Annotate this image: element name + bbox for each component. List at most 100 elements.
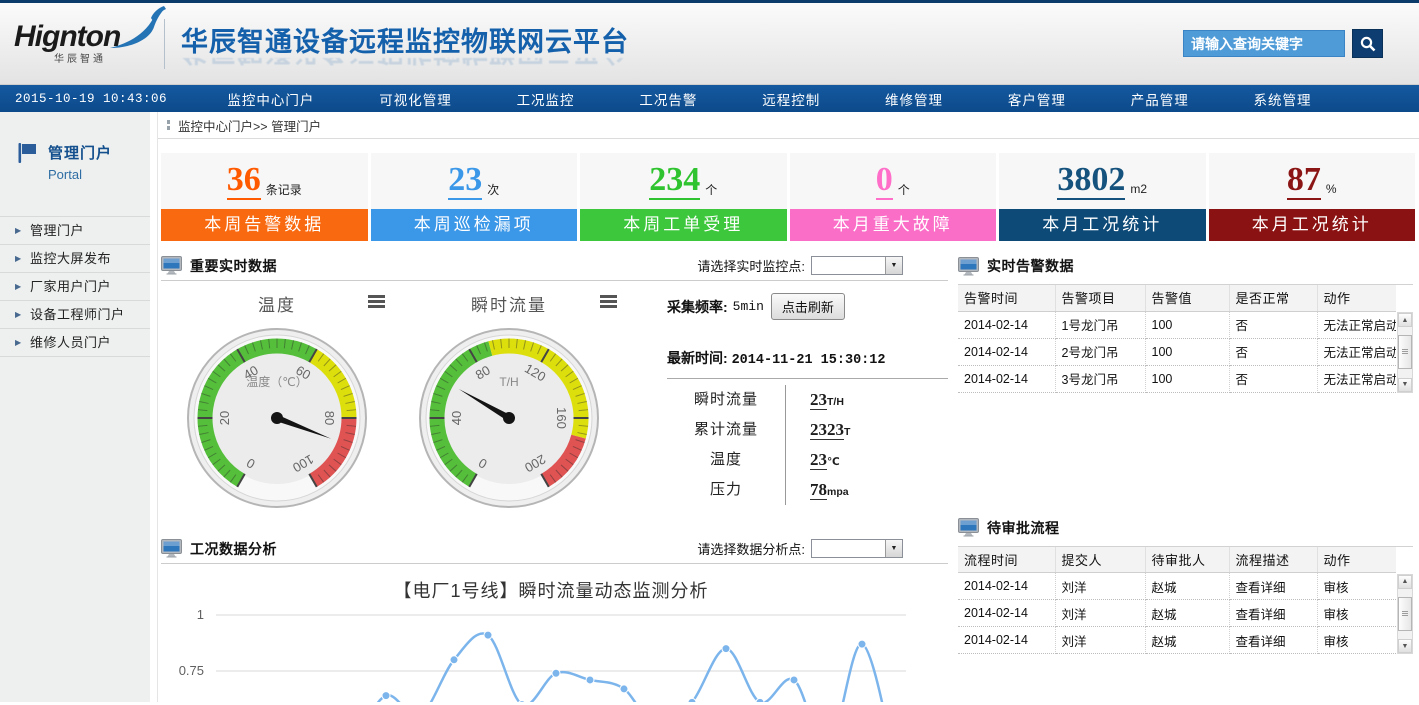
- table-cell: 100: [1145, 365, 1229, 392]
- sidebar-item-label: 监控大屏发布: [30, 251, 111, 266]
- page: Hignton 华辰智通 华辰智通设备远程监控物联网云平台 华辰智通设备远程监控…: [0, 0, 1419, 705]
- nav-item[interactable]: 客户管理: [1008, 89, 1066, 109]
- stat-cards: 36 条记录 本周告警数据 23 次 本周巡检漏项: [161, 153, 1415, 241]
- readout-value[interactable]: 23: [810, 390, 827, 410]
- hamburger-menu-icon[interactable]: [368, 295, 385, 310]
- svg-text:0.75: 0.75: [179, 663, 204, 678]
- table-cell: 1号龙门吊: [1055, 311, 1145, 338]
- stat-value[interactable]: 3802: [1057, 163, 1125, 200]
- temperature-gauge-block: 温度 020406080100温度（℃）: [161, 283, 393, 518]
- approval-table-wrap: 流程时间提交人待审批人流程描述动作 2014-02-14 刘洋 赵城 查看详: [958, 546, 1413, 655]
- readout-label: 累计流量: [667, 415, 785, 445]
- analysis-point-select[interactable]: ▼: [811, 539, 903, 558]
- stat-value[interactable]: 23: [448, 163, 482, 200]
- sidebar: 管理门户 Portal ▶ 管理门户 ▶ 监控大屏发布: [0, 112, 150, 702]
- breadcrumb[interactable]: 监控中心门户>> 管理门户: [178, 116, 321, 135]
- stat-card-top: 23 次: [371, 153, 578, 209]
- table-cell: 2号龙门吊: [1055, 338, 1145, 365]
- column-header: 流程时间: [958, 547, 1055, 573]
- stat-value[interactable]: 234: [649, 163, 700, 200]
- search-button[interactable]: [1352, 29, 1383, 58]
- sidebar-item[interactable]: ▶ 监控大屏发布: [0, 244, 150, 272]
- readout-value[interactable]: 78: [810, 480, 827, 500]
- readout-unit: T: [844, 426, 850, 438]
- logo-subtitle: 华辰智通: [54, 50, 154, 65]
- flow-gauge-block: 瞬时流量 04080120160200T/H: [393, 283, 625, 518]
- sidebar-item[interactable]: ▶ 厂家用户门户: [0, 272, 150, 300]
- stat-unit: 次: [487, 181, 499, 198]
- stat-card: 23 次 本周巡检漏项: [371, 153, 578, 241]
- readout-value[interactable]: 23: [810, 450, 827, 470]
- table-row: 2014-02-14 3号龙门吊 100 否 无法正常启动: [958, 365, 1396, 392]
- stat-label: 本月工况统计: [1209, 209, 1416, 241]
- stat-value[interactable]: 36: [227, 163, 261, 200]
- freq-value: 5min: [733, 299, 764, 314]
- scrollbar-thumb[interactable]: [1398, 335, 1412, 369]
- table-cell: 否: [1229, 365, 1317, 392]
- scroll-down-icon[interactable]: ▼: [1398, 378, 1412, 392]
- nav-item[interactable]: 工况告警: [639, 89, 697, 109]
- table-scrollbar[interactable]: ▲ ▼: [1397, 312, 1413, 393]
- latest-time-label: 最新时间:: [667, 350, 728, 366]
- readout-panel: 采集频率: 5min 点击刷新 最新时间: 2014-11-21 15:30:1…: [625, 283, 948, 518]
- app-header: Hignton 华辰智通 华辰智通设备远程监控物联网云平台 华辰智通设备远程监控…: [0, 0, 1419, 85]
- sidebar-item[interactable]: ▶ 维修人员门户: [0, 328, 150, 356]
- nav-item[interactable]: 远程控制: [762, 89, 820, 109]
- nav-item[interactable]: 维修管理: [885, 89, 943, 109]
- readout-unit: ℃: [827, 456, 840, 468]
- refresh-button[interactable]: 点击刷新: [771, 293, 845, 320]
- column-header: 是否正常: [1229, 285, 1317, 311]
- table-cell: 刘洋: [1055, 600, 1145, 627]
- flow-gauge: 04080120160200T/H: [414, 323, 604, 513]
- select-dropdown-icon[interactable]: ▼: [885, 540, 902, 557]
- monitor-point-select[interactable]: ▼: [811, 256, 903, 275]
- table-cell: 赵城: [1145, 573, 1229, 600]
- breadcrumb-row: 监控中心门户>> 管理门户: [158, 112, 1419, 139]
- analysis-section: 工况数据分析 请选择数据分析点: ▼ 【电厂1号线】瞬时流量动态监测分析 10.…: [161, 534, 948, 702]
- scroll-down-icon[interactable]: ▼: [1398, 639, 1412, 653]
- nav-item[interactable]: 可视化管理: [379, 89, 452, 109]
- nav-item[interactable]: 监控中心门户: [227, 89, 314, 109]
- stat-value[interactable]: 0: [876, 163, 893, 200]
- nav-item[interactable]: 系统管理: [1254, 89, 1312, 109]
- sidebar-item-label: 厂家用户门户: [30, 279, 111, 294]
- temperature-gauge: 020406080100温度（℃）: [182, 323, 372, 513]
- stat-unit: %: [1326, 182, 1337, 196]
- table-cell: 2014-02-14: [958, 365, 1055, 392]
- stat-label: 本月工况统计: [999, 209, 1206, 241]
- svg-text:80: 80: [322, 411, 337, 425]
- freq-label: 采集频率:: [667, 297, 728, 317]
- scroll-up-icon[interactable]: ▲: [1398, 313, 1412, 327]
- stat-label: 本周告警数据: [161, 209, 368, 241]
- stat-unit: m2: [1130, 182, 1147, 196]
- table-cell: 查看详细: [1229, 600, 1317, 627]
- readout-value-cell: 2323T: [785, 415, 917, 445]
- sidebar-item[interactable]: ▶ 管理门户: [0, 216, 150, 244]
- hamburger-menu-icon[interactable]: [600, 295, 617, 310]
- table-cell: 3号龙门吊: [1055, 365, 1145, 392]
- alerts-table-wrap: 告警时间告警项目告警值是否正常动作 2014-02-14 1号龙门吊 100 否: [958, 284, 1413, 393]
- search-input[interactable]: [1183, 30, 1345, 57]
- nav-item[interactable]: 产品管理: [1131, 89, 1189, 109]
- readout-unit: mpa: [827, 486, 849, 498]
- analysis-section-header: 工况数据分析 请选择数据分析点: ▼: [161, 534, 948, 564]
- readout-table: 瞬时流量 23T/H 累计流量 2323T 温度 23℃ 压力: [667, 378, 948, 505]
- select-dropdown-icon[interactable]: ▼: [885, 257, 902, 274]
- monitor-icon: [161, 539, 182, 558]
- table-row: 2014-02-14 2号龙门吊 100 否 无法正常启动: [958, 338, 1396, 365]
- search-area: [1183, 29, 1383, 58]
- table-cell: 审核: [1317, 627, 1396, 654]
- stat-card-top: 36 条记录: [161, 153, 368, 209]
- scroll-up-icon[interactable]: ▲: [1398, 575, 1412, 589]
- sidebar-item[interactable]: ▶ 设备工程师门户: [0, 300, 150, 328]
- table-scrollbar[interactable]: ▲ ▼: [1397, 574, 1413, 655]
- gauges-row: 温度 020406080100温度（℃） 瞬时流量 04080120160200…: [161, 283, 948, 518]
- nav-item[interactable]: 工况监控: [517, 89, 575, 109]
- scrollbar-thumb[interactable]: [1398, 597, 1412, 631]
- table-cell: 无法正常启动: [1317, 365, 1396, 392]
- table-row: 2014-02-14 1号龙门吊 100 否 无法正常启动: [958, 311, 1396, 338]
- monitor-icon: [161, 256, 182, 275]
- readout-value[interactable]: 2323: [810, 420, 844, 440]
- stat-value[interactable]: 87: [1287, 163, 1321, 200]
- chevron-right-icon: ▶: [15, 301, 22, 329]
